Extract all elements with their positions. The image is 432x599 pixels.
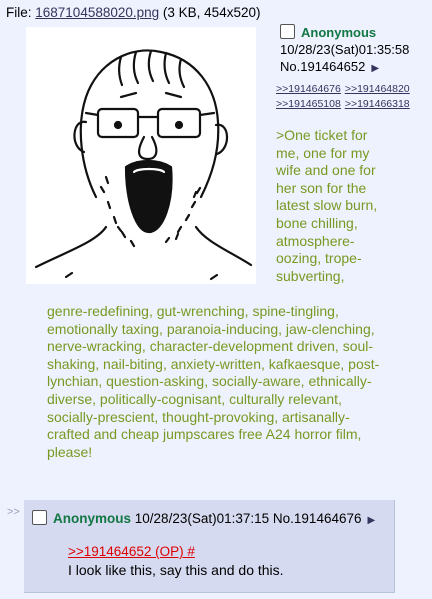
op-backlinks: >>191464676 >>191464820 >>191465108 >>1914… bbox=[276, 82, 430, 112]
file-meta: (3 KB, 454x520) bbox=[159, 5, 261, 20]
op-number[interactable]: No.191464652 bbox=[280, 59, 365, 74]
op-greentext-top: >One ticket for me, one for my wife and … bbox=[276, 127, 378, 284]
reply-number[interactable]: No.191464676 bbox=[273, 511, 362, 526]
op-greentext-bottom: genre-redefining, gut-wrenching, spine-t… bbox=[47, 303, 380, 460]
backlink[interactable]: >>191464820 bbox=[345, 83, 410, 95]
op-name: Anonymous bbox=[301, 25, 377, 40]
reply-side-marker: >> bbox=[7, 506, 20, 518]
reply-name: Anonymous bbox=[53, 511, 132, 526]
reply-datetime: 10/28/23(Sat)01:37:15 bbox=[134, 511, 270, 526]
reply-header: Anonymous 10/28/23(Sat)01:37:15 No.19146… bbox=[32, 510, 375, 526]
backlink[interactable]: >>191465108 bbox=[276, 98, 341, 110]
op-select-checkbox[interactable] bbox=[280, 24, 295, 39]
op-header: Anonymous 10/28/23(Sat)01:35:58 No.19146… bbox=[280, 24, 430, 77]
post-thumbnail[interactable] bbox=[26, 27, 256, 284]
reply-menu-arrow-icon[interactable]: ▶ bbox=[368, 515, 376, 526]
reply-message: I look like this, say this and do this. bbox=[68, 562, 284, 578]
post-menu-arrow-icon[interactable]: ▶ bbox=[371, 63, 379, 74]
op-number-line: No.191464652 ▶ bbox=[280, 58, 430, 77]
reply-post: Anonymous 10/28/23(Sat)01:37:15 No.19146… bbox=[24, 500, 395, 593]
op-datetime: 10/28/23(Sat)01:35:58 bbox=[280, 42, 410, 57]
soyjak-face-image bbox=[34, 49, 253, 281]
reply-select-checkbox[interactable] bbox=[32, 510, 47, 525]
file-prefix: File: bbox=[6, 5, 36, 20]
file-link[interactable]: 1687104588020.png bbox=[35, 5, 159, 20]
op-name-line: Anonymous bbox=[280, 24, 430, 41]
backlink[interactable]: >>191464676 bbox=[276, 83, 341, 95]
file-info: File: 1687104588020.png (3 KB, 454x520) bbox=[6, 5, 260, 20]
reply-quotelink[interactable]: >>191464652 (OP) # bbox=[68, 544, 195, 559]
backlink[interactable]: >>191466318 bbox=[345, 98, 410, 110]
